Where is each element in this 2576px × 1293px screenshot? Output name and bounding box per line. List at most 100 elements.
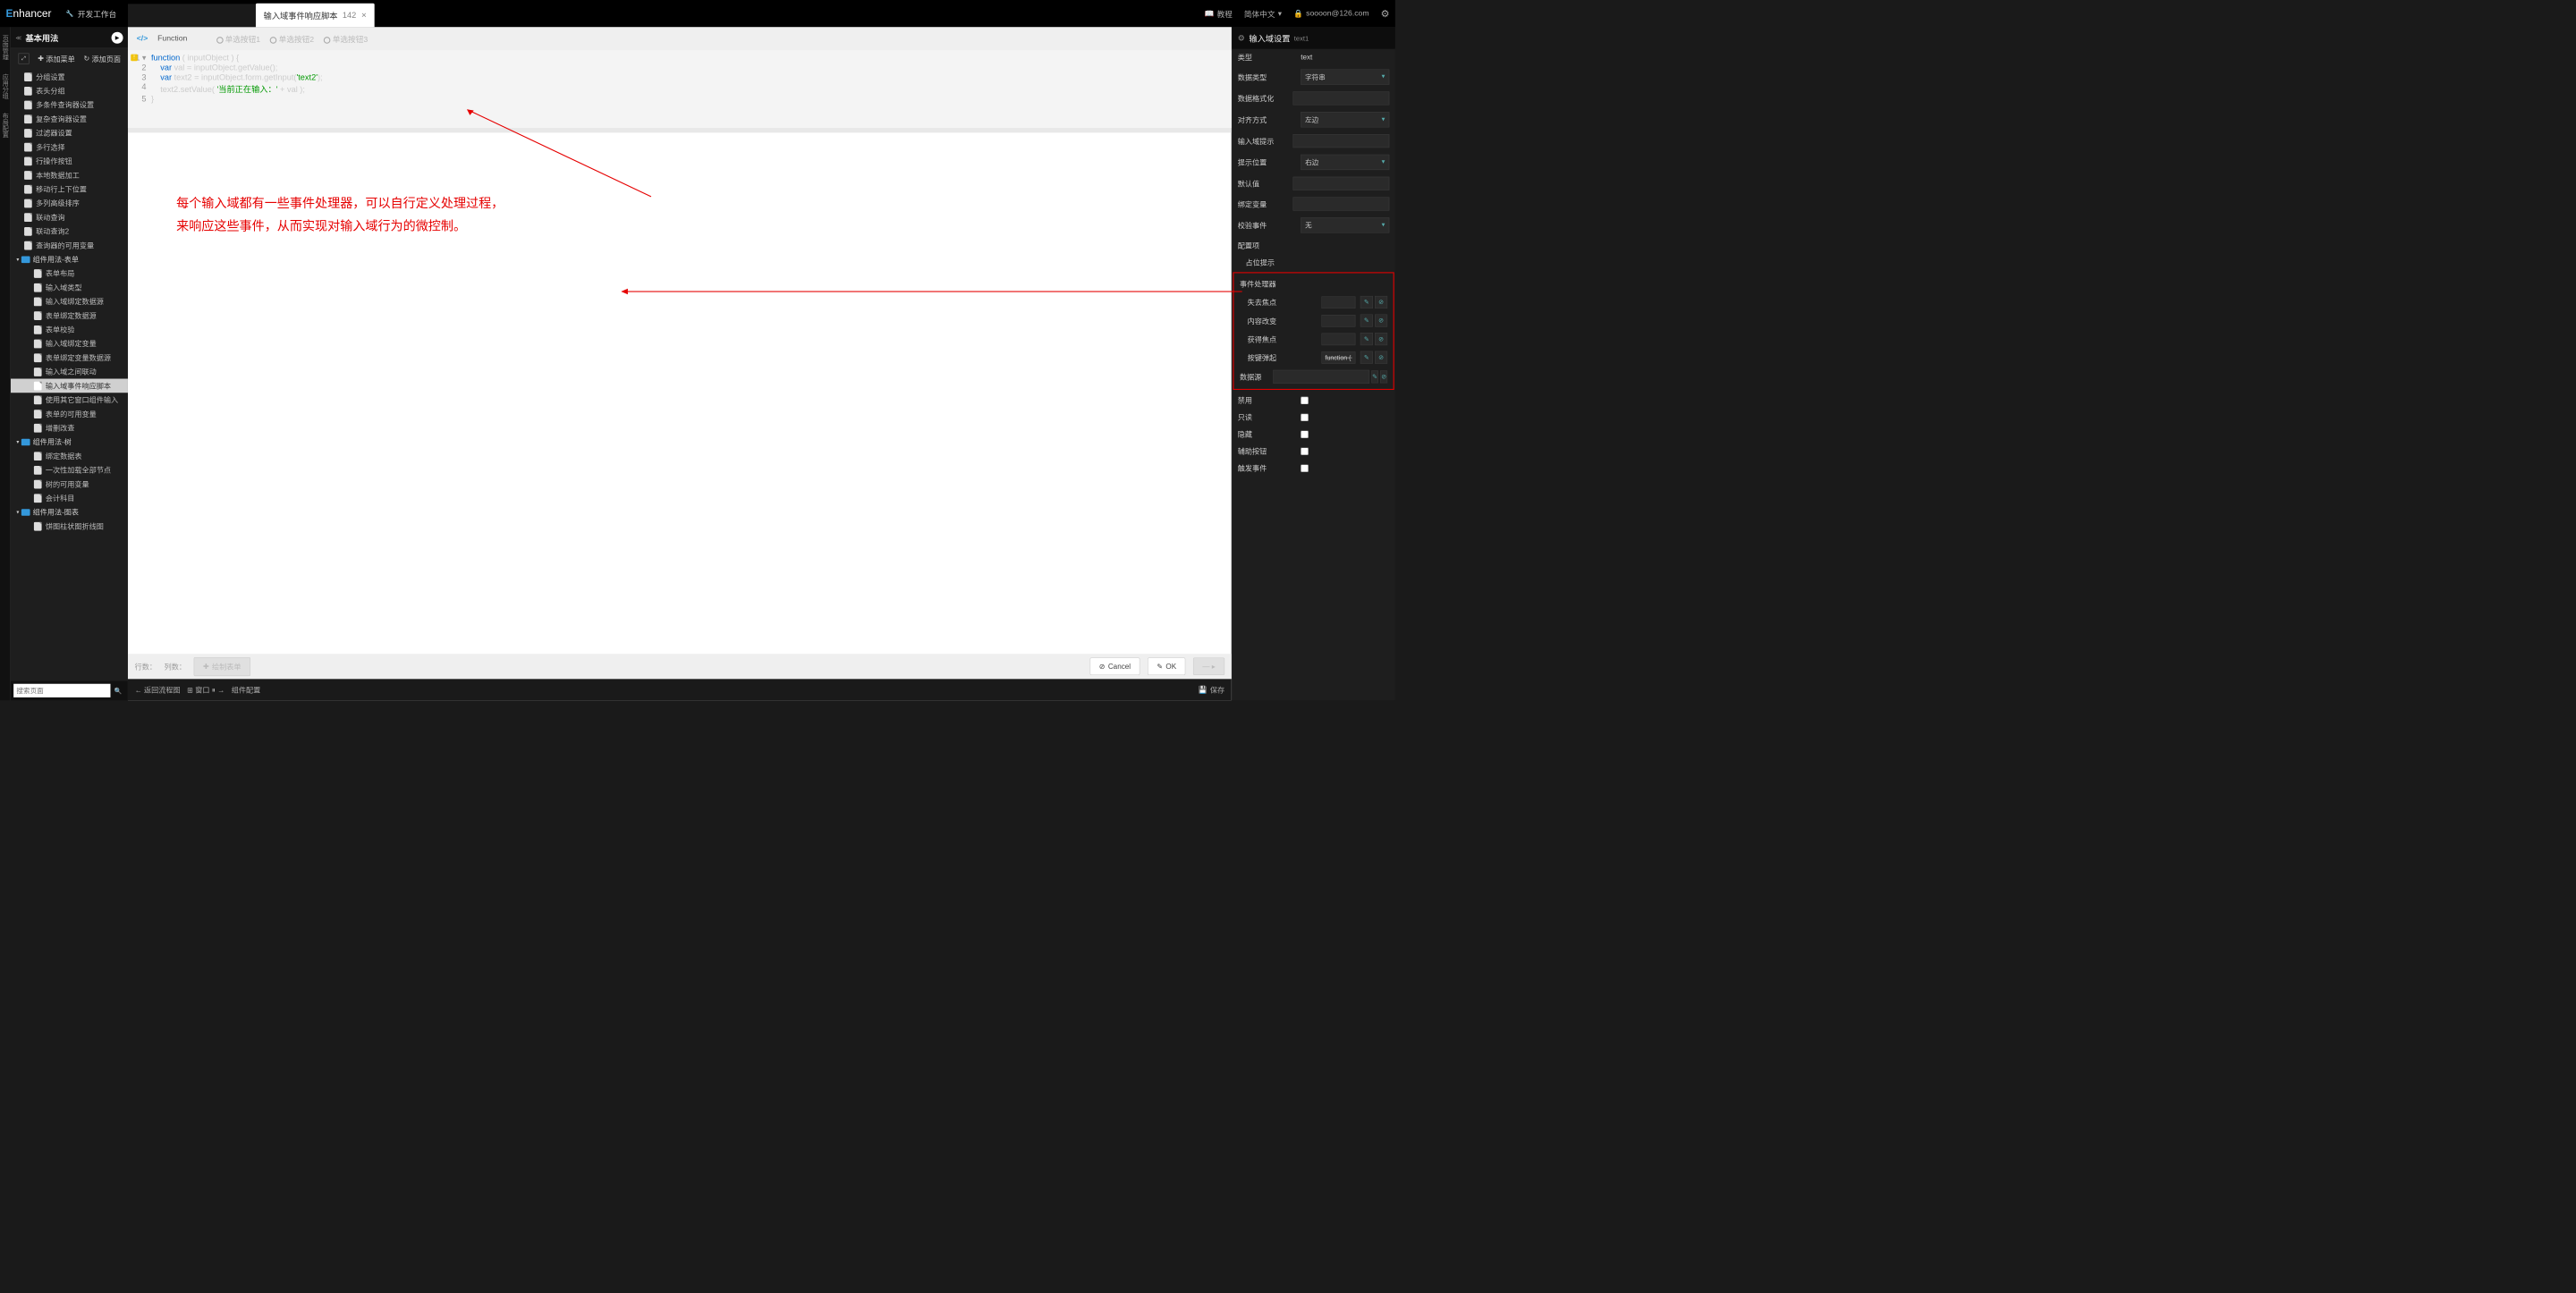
tree-item[interactable]: 表单校验 (11, 323, 128, 337)
collapse-icon[interactable]: ≪ (15, 34, 21, 41)
aux-checkbox[interactable] (1301, 447, 1309, 455)
logo: Enhancer (5, 7, 51, 20)
tree-item[interactable]: 一次性加载全部节点 (11, 463, 128, 477)
play-button[interactable]: ▶ (112, 31, 123, 43)
tree-item[interactable]: 多条件查询器设置 (11, 97, 128, 112)
default-input[interactable] (1293, 177, 1390, 190)
tree-item[interactable]: 会计科目 (11, 491, 128, 505)
tree-item[interactable]: 分组设置 (11, 70, 128, 84)
rail-page-manage[interactable]: 页面管理 (1, 32, 10, 63)
change-handler-input[interactable] (1321, 315, 1355, 327)
datasource-input[interactable] (1273, 370, 1369, 384)
tree-group-form[interactable]: ▾组件用法-表单 (11, 252, 128, 266)
save-button[interactable]: 💾 保存 (1199, 685, 1225, 695)
readonly-checkbox[interactable] (1301, 413, 1309, 421)
trigger-checkbox[interactable] (1301, 464, 1309, 472)
extra-button[interactable]: — ▸ (1193, 657, 1224, 674)
tree-item[interactable]: 联动查询 (11, 210, 128, 224)
tree-group-tree[interactable]: ▾组件用法-树 (11, 435, 128, 449)
tree-item-selected[interactable]: 输入域事件响应脚本 (11, 379, 128, 393)
tree-item[interactable]: 输入域类型 (11, 281, 128, 295)
tree-item[interactable]: 输入域绑定变量 (11, 336, 128, 351)
clear-icon[interactable]: ⊘ (1375, 314, 1387, 326)
tree-item[interactable]: 表单绑定数据源 (11, 308, 128, 323)
blur-handler-input[interactable] (1321, 296, 1355, 308)
tree-item[interactable]: 使用其它窗口组件输入 (11, 393, 128, 407)
back-link[interactable]: ← 返回流程图 (135, 685, 181, 695)
ok-button[interactable]: ✎ OK (1148, 657, 1185, 674)
wrench-icon: 🔧 (66, 10, 74, 18)
focus-handler-input[interactable] (1321, 333, 1355, 345)
tree-item[interactable]: 多行选择 (11, 140, 128, 155)
tree-item[interactable]: 联动查询2 (11, 224, 128, 239)
add-menu-button[interactable]: ✚ 添加菜单 (38, 54, 74, 64)
datatype-select[interactable]: 字符串 (1301, 69, 1389, 84)
tab-badge: 142 (343, 11, 356, 21)
tree-item[interactable]: 表单绑定变量数据源 (11, 351, 128, 365)
bc-window[interactable]: ⊞ 窗口 ⏸ → (187, 685, 225, 695)
search-input[interactable] (13, 684, 110, 697)
radio-icon[interactable] (216, 37, 224, 44)
tree-item[interactable]: 查询器的可用变量 (11, 238, 128, 252)
clear-icon[interactable]: ⊘ (1375, 296, 1387, 308)
event-handlers-box: 事件处理器 失去焦点✎⊘ 内容改变✎⊘ 获得焦点✎⊘ 按键弹起✎⊘ 数据源✎⊘ (1233, 272, 1394, 390)
tree-item[interactable]: 增删改查 (11, 421, 128, 435)
topbar-right: 📖 教程 简体中文 ▾ 🔒 soooon@126.com ⚙ (1204, 7, 1389, 20)
tree-item[interactable]: 表头分组 (11, 84, 128, 98)
hidden-checkbox[interactable] (1301, 430, 1309, 438)
tree-item[interactable]: 表单布局 (11, 266, 128, 281)
align-select[interactable]: 左边 (1301, 112, 1389, 127)
draw-form-button[interactable]: ✚ 绘制表单 (194, 657, 250, 676)
search-icon[interactable]: 🔍 (112, 688, 123, 696)
tree-item[interactable]: 行操作按钮 (11, 154, 128, 168)
tree-item[interactable]: 过滤器设置 (11, 126, 128, 140)
tree-item[interactable]: 输入域绑定数据源 (11, 294, 128, 308)
dev-workbench-label[interactable]: 开发工作台 (78, 8, 116, 20)
validate-select[interactable]: 无 (1301, 217, 1389, 232)
page-tree: 分组设置 表头分组 多条件查询器设置 复杂查询器设置 过滤器设置 多行选择 行操… (11, 69, 128, 681)
tree-item[interactable]: 绑定数据表 (11, 449, 128, 463)
close-icon[interactable]: ✕ (361, 11, 367, 19)
edit-icon[interactable]: ✎ (1360, 296, 1373, 308)
clear-icon[interactable]: ⊘ (1380, 370, 1387, 383)
keyup-handler-input[interactable] (1321, 351, 1355, 364)
radio-icon[interactable] (270, 37, 277, 44)
tree-item[interactable]: 复杂查询器设置 (11, 112, 128, 126)
add-page-button[interactable]: ↻ 添加页面 (83, 54, 120, 64)
edit-icon[interactable]: ✎ (1360, 314, 1373, 326)
bc-component[interactable]: 组件配置 (232, 685, 261, 695)
gear-icon[interactable]: ⚙ (1381, 7, 1390, 20)
tree-item[interactable]: 输入域之间联动 (11, 365, 128, 379)
rail-layout-config[interactable]: 布局配置 (1, 109, 10, 140)
tree-item[interactable]: 本地数据加工 (11, 168, 128, 182)
tree-item[interactable]: 表单的可用变量 (11, 407, 128, 421)
hintpos-select[interactable]: 右边 (1301, 155, 1389, 170)
code-editor[interactable]: !1 ▾function ( inputObject ) { 2 var val… (128, 50, 1232, 128)
cancel-button[interactable]: ⊘ Cancel (1089, 657, 1140, 674)
disable-checkbox[interactable] (1301, 396, 1309, 404)
active-tab[interactable]: 输入域事件响应脚本 142 ✕ (256, 4, 375, 28)
edit-icon[interactable]: ✎ (1360, 333, 1373, 345)
radio-icon[interactable] (324, 37, 331, 44)
tree-group-chart[interactable]: ▾组件用法-图表 (11, 505, 128, 520)
sidebar-actions: ⤢ ✚ 添加菜单 ↻ 添加页面 (11, 48, 128, 69)
tree-item[interactable]: 移动行上下位置 (11, 182, 128, 197)
clear-icon[interactable]: ⊘ (1375, 333, 1387, 345)
tree-item[interactable]: 树的可用变量 (11, 477, 128, 491)
bottom-toolbar: 行数： 列数： ✚ 绘制表单 ⊘ Cancel ✎ OK — ▸ (128, 654, 1232, 679)
bind-input[interactable] (1293, 197, 1390, 210)
user-menu[interactable]: 🔒 soooon@126.com (1293, 9, 1369, 19)
expand-button[interactable]: ⤢ (19, 54, 30, 64)
cols-label: 列数： (165, 662, 186, 672)
edit-icon[interactable]: ✎ (1371, 370, 1378, 383)
config-section-label: 配置项 (1232, 236, 1395, 254)
clear-icon[interactable]: ⊘ (1375, 351, 1387, 364)
format-input[interactable] (1293, 91, 1390, 105)
tree-item[interactable]: 饼图柱状图折线图 (11, 520, 128, 534)
rail-app-group[interactable]: 应用分组 (1, 71, 10, 102)
tutorial-link[interactable]: 📖 教程 (1204, 8, 1232, 20)
language-select[interactable]: 简体中文 ▾ (1244, 8, 1282, 20)
edit-icon[interactable]: ✎ (1360, 351, 1373, 364)
tree-item[interactable]: 多列高级排序 (11, 196, 128, 210)
hint-input[interactable] (1293, 134, 1390, 148)
